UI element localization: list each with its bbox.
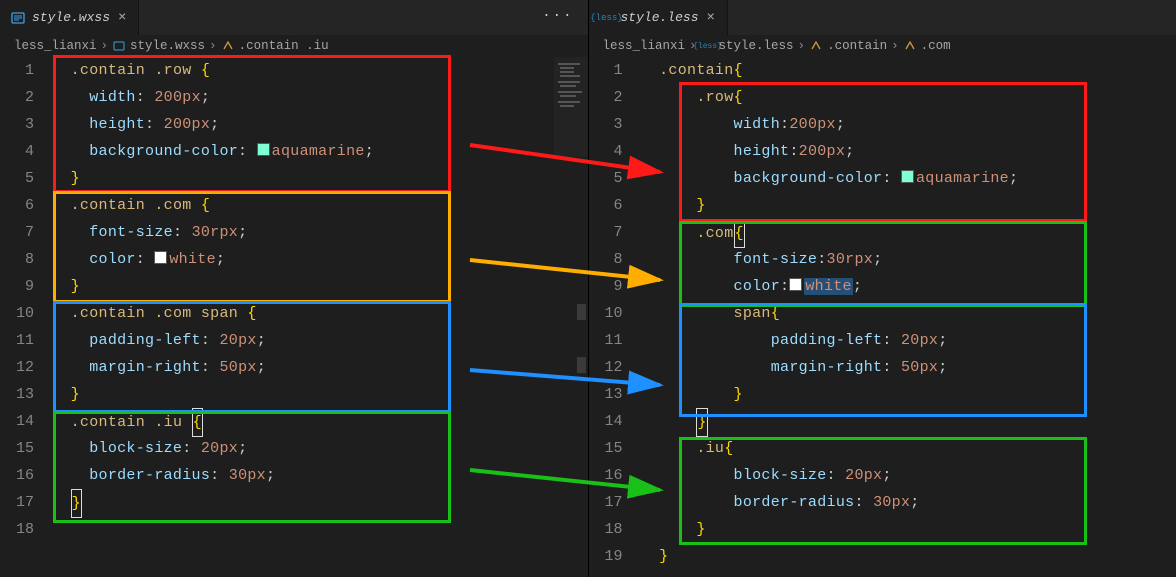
tab-label: style.less (621, 10, 699, 25)
tab-bar: {less} style.less × (589, 0, 1176, 35)
wxss-file-icon (112, 39, 126, 53)
chevron-right-icon: › (798, 39, 806, 53)
symbol-icon (221, 39, 235, 53)
code-line[interactable]: .iu{ (641, 435, 1176, 462)
code-line[interactable]: .com{ (641, 219, 1176, 246)
code-line[interactable]: background-color: aquamarine; (641, 165, 1176, 192)
bc-item[interactable]: .contain (827, 39, 887, 53)
code-line[interactable]: padding-left: 20px; (641, 327, 1176, 354)
code-line[interactable]: } (52, 489, 588, 516)
code-line[interactable] (52, 516, 588, 543)
tab-style-wxss[interactable]: style.wxss × (0, 0, 139, 35)
editor-area-right[interactable]: 12345678910111213141516171819 .contain{ … (589, 57, 1176, 577)
editor-pane-left: style.wxss × ··· less_lianxi › style.wxs… (0, 0, 589, 577)
code-line[interactable]: background-color: aquamarine; (52, 138, 588, 165)
code-line[interactable]: } (641, 543, 1176, 570)
bc-item[interactable]: style.wxss (130, 39, 205, 53)
close-icon[interactable]: × (116, 10, 128, 26)
code-line[interactable]: height:200px; (641, 138, 1176, 165)
code-line[interactable]: font-size: 30rpx; (52, 219, 588, 246)
symbol-icon (903, 39, 917, 53)
tab-label: style.wxss (32, 10, 110, 25)
code-line[interactable]: height: 200px; (52, 111, 588, 138)
code-line[interactable]: } (52, 381, 588, 408)
code-line[interactable]: } (641, 516, 1176, 543)
symbol-icon (809, 39, 823, 53)
code-line[interactable]: } (641, 408, 1176, 435)
wxss-file-icon (10, 10, 26, 26)
code-line[interactable]: } (641, 192, 1176, 219)
scroll-marker (577, 304, 586, 320)
bc-item[interactable]: style.less (719, 39, 794, 53)
code-line[interactable]: } (52, 165, 588, 192)
overflow-menu-icon[interactable]: ··· (542, 8, 573, 24)
code-line[interactable]: padding-left: 20px; (52, 327, 588, 354)
editor-pane-right: {less} style.less × less_lianxi › {less}… (589, 0, 1176, 577)
line-gutter: 12345678910111213141516171819 (589, 57, 641, 577)
code-line[interactable]: } (641, 381, 1176, 408)
code-line[interactable]: margin-right: 50px; (52, 354, 588, 381)
bc-item[interactable]: less_lianxi (603, 39, 686, 53)
code-line[interactable]: .contain .com span { (52, 300, 588, 327)
code-line[interactable]: .contain .row { (52, 57, 588, 84)
bc-item[interactable]: less_lianxi (14, 39, 97, 53)
code-line[interactable]: font-size:30rpx; (641, 246, 1176, 273)
line-gutter: 123456789101112131415161718 (0, 57, 52, 577)
chevron-right-icon: › (891, 39, 899, 53)
editor-area-left[interactable]: 123456789101112131415161718 .contain .ro… (0, 57, 588, 577)
tab-bar: style.wxss × ··· (0, 0, 588, 35)
code-line[interactable]: .contain .iu { (52, 408, 588, 435)
close-icon[interactable]: × (705, 10, 717, 26)
bc-item[interactable]: .contain .iu (239, 39, 329, 53)
chevron-right-icon: › (101, 39, 109, 53)
scroll-marker (577, 357, 586, 373)
code-line[interactable]: border-radius: 30px; (52, 462, 588, 489)
code-line[interactable]: color:white; (641, 273, 1176, 300)
bc-item[interactable]: .com (921, 39, 951, 53)
tab-style-less[interactable]: {less} style.less × (589, 0, 728, 35)
chevron-right-icon: › (209, 39, 217, 53)
code-line[interactable]: margin-right: 50px; (641, 354, 1176, 381)
breadcrumb[interactable]: less_lianxi › style.wxss › .contain .iu (0, 35, 588, 57)
code-line[interactable]: width: 200px; (52, 84, 588, 111)
less-file-icon: {less} (701, 39, 715, 53)
code-line[interactable]: .contain .com { (52, 192, 588, 219)
code-lines[interactable]: .contain .row { width: 200px; height: 20… (52, 57, 588, 577)
code-line[interactable]: width:200px; (641, 111, 1176, 138)
code-line[interactable]: color: white; (52, 246, 588, 273)
minimap[interactable] (554, 57, 588, 157)
code-line[interactable]: border-radius: 30px; (641, 489, 1176, 516)
code-line[interactable]: .row{ (641, 84, 1176, 111)
code-lines[interactable]: .contain{ .row{ width:200px; height:200p… (641, 57, 1176, 577)
less-file-icon: {less} (599, 10, 615, 26)
code-line[interactable]: span{ (641, 300, 1176, 327)
code-line[interactable]: .contain{ (641, 57, 1176, 84)
code-line[interactable]: block-size: 20px; (641, 462, 1176, 489)
code-line[interactable]: } (52, 273, 588, 300)
breadcrumb[interactable]: less_lianxi › {less} style.less › .conta… (589, 35, 1176, 57)
code-line[interactable]: block-size: 20px; (52, 435, 588, 462)
